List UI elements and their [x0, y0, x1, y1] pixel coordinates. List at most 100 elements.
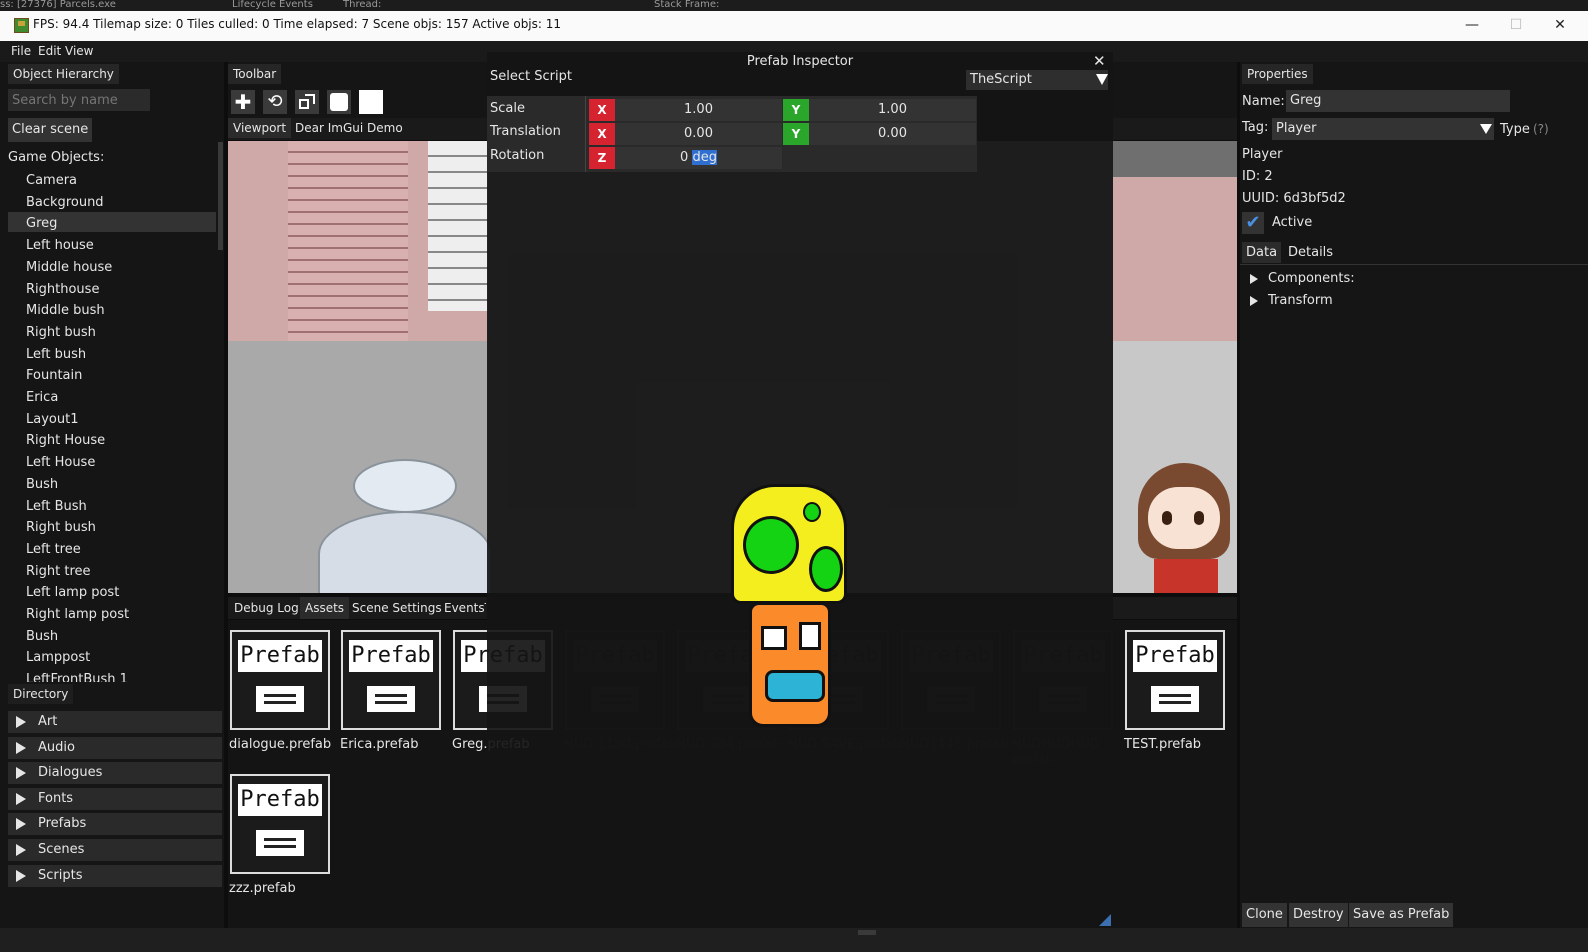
maximize-button[interactable]: ☐ — [1506, 15, 1526, 35]
hierarchy-item[interactable]: Righthouse — [26, 282, 99, 297]
tag-dropdown[interactable]: Player — [1272, 118, 1494, 140]
resize-grip-icon[interactable] — [1099, 914, 1111, 926]
hierarchy-item[interactable]: Left house — [26, 238, 94, 253]
hierarchy-item[interactable]: Middle bush — [26, 303, 105, 318]
directory-item[interactable]: Audio — [8, 736, 222, 759]
rotation-field[interactable]: 0 deg — [615, 147, 782, 169]
scale-x-field[interactable]: 1.00 — [615, 99, 782, 121]
tag-label: Tag: — [1242, 120, 1269, 135]
scale-label: Scale — [490, 101, 525, 116]
asset-thumbnail[interactable]: Prefab — [230, 630, 330, 730]
name-field[interactable]: Greg — [1286, 90, 1510, 112]
hierarchy-item[interactable]: Lamppost — [26, 650, 90, 665]
white-square-icon[interactable] — [359, 90, 383, 114]
properties-panel: Properties Name: Greg Tag: Player Type (… — [1240, 62, 1588, 928]
sprite-eye — [799, 622, 821, 650]
move-icon[interactable]: ✚ — [231, 90, 255, 114]
directory-item[interactable]: Scenes — [8, 839, 222, 861]
rect-icon[interactable] — [327, 90, 351, 114]
script-value: TheScript — [970, 72, 1032, 87]
hierarchy-item[interactable]: Erica — [26, 390, 58, 405]
menu-view[interactable]: View — [65, 44, 93, 58]
expand-arrow-icon — [16, 792, 26, 805]
directory-item[interactable]: Dialogues — [8, 762, 222, 785]
scale-icon[interactable] — [295, 90, 319, 114]
directory-item[interactable]: Art — [8, 711, 222, 733]
directory-item[interactable]: Scripts — [8, 864, 222, 887]
asset-thumbnail[interactable]: Prefab — [1125, 630, 1225, 730]
tab-events[interactable]: EventsTab — [444, 601, 486, 615]
tab-imgui-demo[interactable]: Dear ImGui Demo — [295, 121, 403, 135]
expand-arrow-icon — [16, 844, 26, 856]
menu-edit[interactable]: Edit — [38, 44, 61, 58]
tab-scene-settings[interactable]: Scene Settings — [352, 601, 442, 615]
tab-data[interactable]: Data — [1242, 242, 1282, 263]
hierarchy-item[interactable]: Fountain — [26, 368, 82, 383]
hierarchy-item[interactable]: LeftFrontBush 1 — [26, 672, 128, 682]
menu-file[interactable]: File — [11, 44, 31, 58]
hierarchy-item[interactable]: Left tree — [26, 542, 81, 557]
close-window-button[interactable]: ✕ — [1550, 15, 1570, 35]
directory-item[interactable]: Prefabs — [8, 813, 222, 836]
tree-arrow-icon[interactable] — [1250, 296, 1258, 306]
hierarchy-item[interactable]: Right tree — [26, 564, 91, 579]
hierarchy-item[interactable]: Right bush — [26, 520, 96, 535]
window-title: FPS: 94.4 Tilemap size: 0 Tiles culled: … — [33, 17, 562, 31]
scale-y-field[interactable]: 1.00 — [809, 99, 976, 121]
directory-item-label: Art — [38, 714, 58, 729]
tab-assets[interactable]: Assets — [300, 597, 350, 619]
directory-item-label: Fonts — [38, 790, 74, 806]
prefab-thumb-label: Prefab — [238, 784, 322, 816]
object-hierarchy-panel: Object Hierarchy Clear scene Game Object… — [0, 62, 224, 684]
tree-components[interactable]: Components: — [1268, 271, 1355, 286]
chevron-down-icon — [1096, 74, 1108, 85]
hierarchy-item[interactable]: Background — [26, 195, 104, 210]
hierarchy-item[interactable]: Camera — [26, 173, 77, 188]
taskbar-strip: ss: [27376] Parcels.exe Lifecycle Events… — [0, 0, 1588, 11]
hierarchy-item[interactable]: Bush — [26, 477, 58, 492]
scale-x-axis: X — [589, 99, 615, 121]
tab-viewport[interactable]: Viewport — [228, 118, 292, 138]
hierarchy-item[interactable]: Right bush — [26, 325, 96, 340]
sprite-eye — [761, 626, 787, 650]
hierarchy-item[interactable]: Greg — [26, 216, 57, 231]
hierarchy-scrollbar[interactable] — [218, 142, 223, 250]
sprite-mouth — [765, 670, 825, 702]
asset-thumbnail[interactable]: Prefab — [341, 630, 441, 730]
hierarchy-item[interactable]: Left bush — [26, 347, 86, 362]
rotate-icon[interactable]: ⟲ — [263, 90, 287, 114]
hierarchy-item[interactable]: Layout1 — [26, 412, 78, 427]
translation-x-field[interactable]: 0.00 — [615, 123, 782, 145]
active-checkbox[interactable]: ✔ — [1242, 212, 1264, 234]
tree-transform[interactable]: Transform — [1268, 293, 1333, 308]
directory-panel: Directory Art Audio Dialogues Fonts Prefabs S… — [0, 684, 224, 928]
directory-item[interactable]: Fonts — [8, 787, 222, 810]
sprite-body — [749, 602, 831, 727]
minimize-button[interactable]: — — [1462, 15, 1482, 35]
translation-y-axis: Y — [783, 123, 809, 145]
close-icon[interactable]: ✕ — [1093, 52, 1106, 70]
document-icon — [256, 686, 304, 712]
tab-details[interactable]: Details — [1288, 245, 1333, 260]
destroy-button[interactable]: Destroy — [1289, 903, 1348, 927]
translation-y-field[interactable]: 0.00 — [809, 123, 976, 145]
hierarchy-item[interactable]: Left House — [26, 455, 95, 470]
id-text: ID: 2 — [1242, 169, 1273, 184]
hierarchy-item[interactable]: Bush — [26, 629, 58, 644]
script-dropdown[interactable]: TheScript — [966, 70, 1108, 90]
asset-thumbnail[interactable]: Prefab — [230, 774, 330, 874]
hierarchy-item[interactable]: Right House — [26, 433, 105, 448]
prefab-sprite-preview — [731, 484, 851, 732]
translation-x-axis: X — [589, 123, 615, 145]
prefab-inspector-title: Prefab Inspector — [746, 54, 854, 69]
scroll-thumb[interactable] — [858, 930, 876, 935]
tree-arrow-icon[interactable] — [1250, 274, 1258, 284]
tab-debug-log[interactable]: Debug Log — [234, 601, 299, 615]
save-as-prefab-button[interactable]: Save as Prefab — [1349, 903, 1454, 927]
hierarchy-item[interactable]: Left Bush — [26, 499, 87, 514]
hierarchy-item[interactable]: Middle house — [26, 260, 112, 275]
hierarchy-item[interactable]: Left lamp post — [26, 585, 119, 600]
type-help-icon[interactable]: (?) — [1533, 122, 1549, 136]
hierarchy-item[interactable]: Right lamp post — [26, 607, 129, 622]
clone-button[interactable]: Clone — [1242, 903, 1287, 927]
